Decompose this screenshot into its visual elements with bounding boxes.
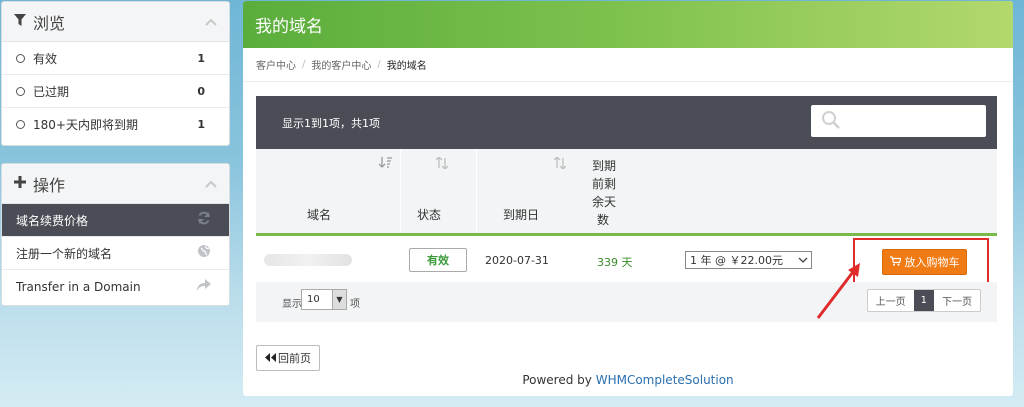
- filter-expired-label: 已过期: [33, 84, 70, 99]
- page-1-button[interactable]: 1: [913, 290, 934, 311]
- page-length-select[interactable]: 10 ▼: [301, 289, 347, 310]
- renew-period-select[interactable]: 1 年 @ ￥22.00元: [685, 251, 812, 269]
- col-days-left-label: 到期 前剩 余天 数: [592, 159, 617, 227]
- powered-prefix: Powered by: [522, 373, 596, 387]
- filter-active-label: 有效: [33, 51, 58, 66]
- action-transfer-domain-label: Transfer in a Domain: [16, 279, 141, 294]
- action-renewal-pricing[interactable]: 域名续费价格: [2, 204, 229, 237]
- table-info: 显示1到1项，共1项: [282, 116, 380, 130]
- footer-powered-by: Powered by WHMCompleteSolution: [243, 373, 1013, 387]
- add-to-cart-label: 放入购物车: [904, 256, 960, 269]
- whmcs-link[interactable]: WHMCompleteSolution: [596, 373, 734, 387]
- refresh-icon: [197, 211, 211, 229]
- pagination: 上一页 1 下一页: [866, 289, 981, 312]
- browse-panel: 浏览 有效 1 已过期 0 180+天内即将到期 1: [1, 1, 230, 146]
- filter-active[interactable]: 有效 1: [2, 42, 229, 75]
- filter-icon: [14, 13, 26, 30]
- breadcrumb-my-client-area[interactable]: 我的客户中心: [311, 57, 371, 72]
- action-register-domain-label: 注册一个新的域名: [16, 246, 113, 261]
- col-status[interactable]: 状态: [400, 149, 476, 233]
- domains-table: 显示1到1项，共1项 域名 状态 到期日 到期 前剩 余天 数 有效 2020-…: [256, 96, 997, 322]
- table-row: 有效 2020-07-31 339 天 1 年 @ ￥22.00元 放入购物车: [256, 236, 997, 290]
- col-expiry[interactable]: 到期日: [476, 149, 572, 233]
- globe-icon: [197, 244, 211, 262]
- add-to-cart-button[interactable]: 放入购物车: [882, 249, 967, 275]
- breadcrumb-separator: /: [377, 59, 381, 70]
- renew-period-value: 1 年 @ ￥22.00元: [690, 254, 783, 267]
- back-button-label: 回前页: [278, 352, 311, 365]
- next-page-button[interactable]: 下一页: [934, 290, 980, 311]
- domain-name-redacted[interactable]: [264, 254, 352, 266]
- col-renew: [647, 149, 997, 233]
- chevron-down-icon: [798, 252, 808, 271]
- back-button[interactable]: 回前页: [256, 345, 320, 371]
- cart-icon: [889, 255, 902, 269]
- search-icon: [821, 110, 841, 133]
- expiry-date: 2020-07-31: [485, 254, 549, 267]
- chevron-up-icon[interactable]: [205, 14, 217, 30]
- col-domain-label: 域名: [307, 208, 332, 222]
- actions-title: 操作: [33, 175, 66, 195]
- circle-icon: [16, 86, 25, 96]
- page-title: 我的域名: [243, 1, 1013, 48]
- filter-expired-count: 0: [197, 84, 205, 98]
- filter-expiring-label: 180+天内即将到期: [33, 118, 138, 132]
- chevron-down-icon: ▼: [332, 290, 346, 309]
- search-input[interactable]: [811, 105, 986, 137]
- actions-panel-header[interactable]: 操作: [2, 164, 229, 204]
- sort-icon: [435, 156, 449, 172]
- breadcrumb: 客户中心 / 我的客户中心 / 我的域名: [243, 48, 1013, 82]
- table-toolbar: 显示1到1项，共1项: [256, 96, 997, 149]
- actions-panel: 操作 域名续费价格 注册一个新的域名 Transfer in a Domain: [1, 163, 230, 306]
- col-status-label: 状态: [417, 208, 442, 222]
- page-length-value: 10: [307, 294, 320, 305]
- filter-expired[interactable]: 已过期 0: [2, 75, 229, 108]
- action-renewal-pricing-label: 域名续费价格: [16, 213, 89, 228]
- length-prefix: 显示: [282, 299, 302, 310]
- breadcrumb-my-domains: 我的域名: [386, 61, 427, 72]
- breadcrumb-separator: /: [302, 59, 306, 70]
- table-footer: 显示 10 ▼ 项 上一页 1 下一页: [256, 282, 997, 322]
- plus-icon: [14, 175, 26, 192]
- filter-expiring[interactable]: 180+天内即将到期 1: [2, 108, 229, 141]
- circle-icon: [16, 120, 25, 129]
- share-icon: [197, 278, 211, 296]
- length-suffix: 项: [350, 299, 360, 310]
- double-left-icon: [265, 352, 276, 365]
- col-expiry-label: 到期日: [503, 208, 540, 222]
- circle-icon: [16, 53, 25, 63]
- browse-title: 浏览: [33, 13, 66, 33]
- action-register-domain[interactable]: 注册一个新的域名: [2, 237, 229, 270]
- days-left: 339 天: [597, 256, 633, 269]
- col-days-left[interactable]: 到期 前剩 余天 数: [572, 149, 647, 233]
- action-transfer-domain[interactable]: Transfer in a Domain: [2, 270, 229, 303]
- prev-page-button[interactable]: 上一页: [868, 290, 914, 311]
- table-header: 域名 状态 到期日 到期 前剩 余天 数: [256, 149, 997, 233]
- filter-expiring-count: 1: [197, 118, 205, 131]
- status-badge: 有效: [409, 248, 467, 272]
- col-domain[interactable]: 域名: [256, 149, 400, 233]
- browse-panel-header[interactable]: 浏览: [2, 2, 229, 42]
- breadcrumb-client-area[interactable]: 客户中心: [256, 57, 296, 72]
- filter-active-count: 1: [197, 51, 205, 65]
- sort-desc-icon: [378, 157, 392, 172]
- chevron-up-icon[interactable]: [205, 176, 217, 192]
- sort-icon: [553, 156, 567, 172]
- main-panel: 我的域名 客户中心 / 我的客户中心 / 我的域名 显示1到1项，共1项 域名: [243, 1, 1013, 396]
